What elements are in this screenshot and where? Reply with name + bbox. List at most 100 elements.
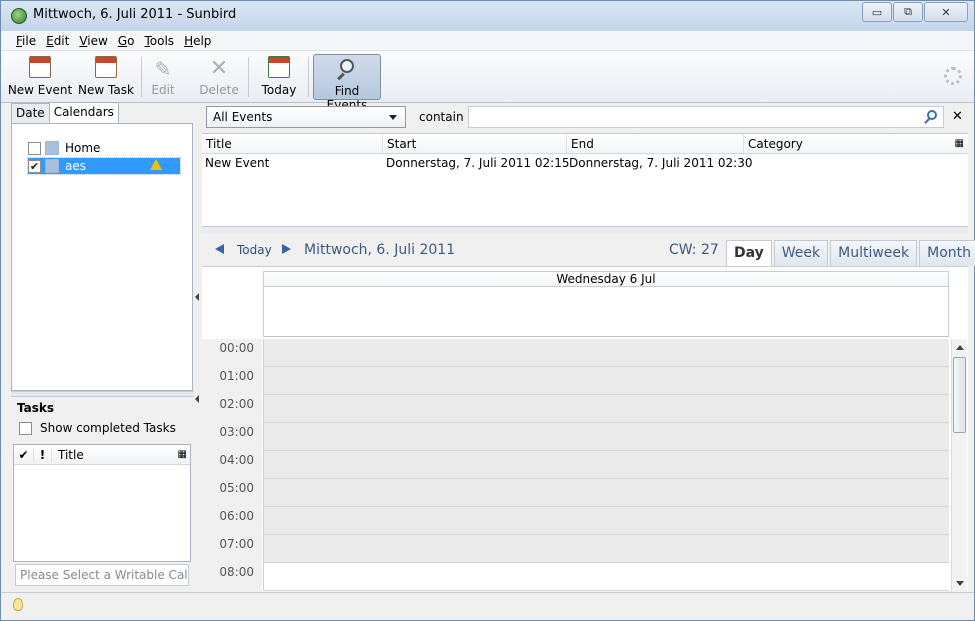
event-title: New Event (205, 156, 270, 170)
menu-tools[interactable]: Tools (139, 34, 179, 48)
tab-month[interactable]: Month (919, 240, 975, 266)
list-view-splitter[interactable] (202, 227, 968, 233)
pencil-icon: ✎ (154, 57, 172, 81)
hour-label: 03:00 (202, 423, 262, 451)
left-pane-splitter[interactable] (11, 391, 195, 397)
sunbird-app-icon (11, 8, 27, 24)
nav-today-button[interactable]: Today (237, 243, 272, 257)
tab-date[interactable]: Date (11, 103, 50, 123)
search-icon[interactable] (927, 110, 937, 120)
event-row[interactable]: New Event Donnerstag, 7. Juli 2011 02:15… (202, 154, 968, 172)
scroll-down-icon[interactable] (956, 581, 964, 586)
task-priority-column[interactable]: ! (34, 447, 52, 462)
event-list-header: Title Start End Category ▦ (202, 134, 968, 154)
calendar-home-checkbox[interactable] (28, 141, 41, 155)
time-slot[interactable] (263, 423, 949, 451)
calendar-aes-checkbox[interactable]: ✔ (28, 159, 41, 173)
tab-day[interactable]: Day (726, 240, 772, 266)
menu-go[interactable]: Go (113, 34, 140, 48)
show-completed-toggle[interactable]: Show completed Tasks (19, 421, 176, 435)
column-start[interactable]: Start (383, 134, 567, 153)
left-pane: Date Calendars Home ✔ aes Tasks Show com… (9, 102, 195, 591)
new-task-icon (93, 56, 119, 82)
day-header[interactable]: Wednesday 6 Jul (263, 271, 949, 287)
hour-label: 06:00 (202, 507, 262, 535)
close-icon: ✕ (941, 5, 951, 19)
edit-button[interactable]: ✎ Edit (145, 54, 181, 100)
new-event-button[interactable]: New Event (7, 54, 73, 100)
calendar-nav-bar: Today Mittwoch, 6. Juli 2011 CW: 27 Day … (202, 237, 975, 267)
new-task-input[interactable]: Please Select a Writable Calendar (15, 564, 189, 586)
time-slot[interactable] (263, 451, 949, 479)
scroll-up-icon[interactable] (956, 345, 964, 350)
delete-button[interactable]: ✕ Delete (197, 54, 241, 100)
column-category[interactable]: Category (744, 134, 944, 153)
tab-multiweek[interactable]: Multiweek (830, 240, 918, 266)
tab-calendars[interactable]: Calendars (48, 102, 119, 124)
column-end[interactable]: End (567, 134, 744, 153)
find-events-button[interactable]: Find Events (313, 54, 381, 112)
time-slot[interactable] (263, 367, 949, 395)
task-title-column[interactable]: Title (52, 448, 84, 462)
show-completed-checkbox[interactable] (19, 421, 32, 435)
scrollbar-thumb[interactable] (953, 357, 966, 433)
search-input[interactable] (468, 106, 944, 128)
event-start: Donnerstag, 7. Juli 2011 02:15 (386, 156, 570, 170)
time-slot[interactable] (263, 563, 949, 591)
calendar-home-color (45, 141, 59, 155)
calendar-item-home[interactable]: Home (28, 140, 180, 156)
hour-label: 01:00 (202, 367, 262, 395)
hour-label: 00:00 (202, 339, 262, 367)
menu-edit[interactable]: Edit (41, 34, 74, 48)
minimize-icon: ▭ (871, 5, 883, 19)
menu-file[interactable]: File (11, 34, 41, 48)
calendar-item-aes[interactable]: ✔ aes (27, 157, 181, 175)
hour-label: 07:00 (202, 535, 262, 563)
time-slot[interactable] (263, 507, 949, 535)
calendar-week-label: CW: 27 (669, 242, 719, 258)
event-category (746, 154, 946, 172)
menu-help[interactable]: Help (179, 34, 216, 48)
time-slot[interactable] (263, 339, 949, 367)
next-day-icon[interactable] (282, 244, 291, 254)
new-event-label: New Event (7, 83, 73, 97)
task-completed-column[interactable]: ✔ (14, 447, 34, 462)
column-title[interactable]: Title (202, 134, 383, 153)
column-picker-icon[interactable]: ▦ (955, 138, 964, 149)
event-end: Donnerstag, 7. Juli 2011 02:30 (569, 156, 753, 170)
edit-label: Edit (151, 83, 175, 97)
today-button[interactable]: Today (257, 54, 301, 100)
column-picker-icon[interactable]: ▦ (178, 449, 187, 460)
time-slot[interactable] (263, 395, 949, 423)
vertical-splitter[interactable] (194, 103, 202, 591)
maximize-button[interactable]: ⧉ (893, 2, 923, 22)
all-day-area[interactable] (263, 287, 949, 337)
splitter-grip-icon (195, 293, 199, 301)
tab-week[interactable]: Week (773, 240, 829, 266)
close-button[interactable]: ✕ (924, 2, 968, 22)
menu-bar: File Edit View Go Tools Help (1, 31, 974, 51)
event-filter-value: All Events (213, 110, 273, 124)
task-list-header: ✔ ! Title ▦ (14, 445, 190, 465)
event-filter-select[interactable]: All Events (206, 106, 406, 128)
event-filter-bar: All Events contain ✕ (202, 103, 968, 131)
time-slot[interactable] (263, 479, 949, 507)
current-date-label: Mittwoch, 6. Juli 2011 (304, 242, 456, 258)
hour-label: 04:00 (202, 451, 262, 479)
close-search-icon[interactable]: ✕ (952, 109, 963, 124)
lightbulb-icon (13, 598, 23, 611)
time-slot[interactable] (263, 535, 949, 563)
menu-view[interactable]: View (74, 34, 112, 48)
time-grid: 00:00 01:00 02:00 03:00 04:00 05:00 06:0… (202, 339, 950, 592)
day-view-scrollbar[interactable] (951, 339, 967, 592)
hour-label: 08:00 (202, 563, 262, 591)
previous-day-icon[interactable] (215, 244, 224, 254)
title-bar[interactable]: Mittwoch, 6. Juli 2011 - Sunbird ▭ ⧉ ✕ (1, 1, 974, 31)
magnifier-icon (334, 57, 360, 83)
contain-label: contain (419, 110, 464, 124)
new-task-button[interactable]: New Task (77, 54, 135, 100)
status-bar (1, 592, 974, 620)
minimize-button[interactable]: ▭ (862, 2, 892, 22)
tasks-title: Tasks (17, 401, 55, 415)
hour-label: 02:00 (202, 395, 262, 423)
